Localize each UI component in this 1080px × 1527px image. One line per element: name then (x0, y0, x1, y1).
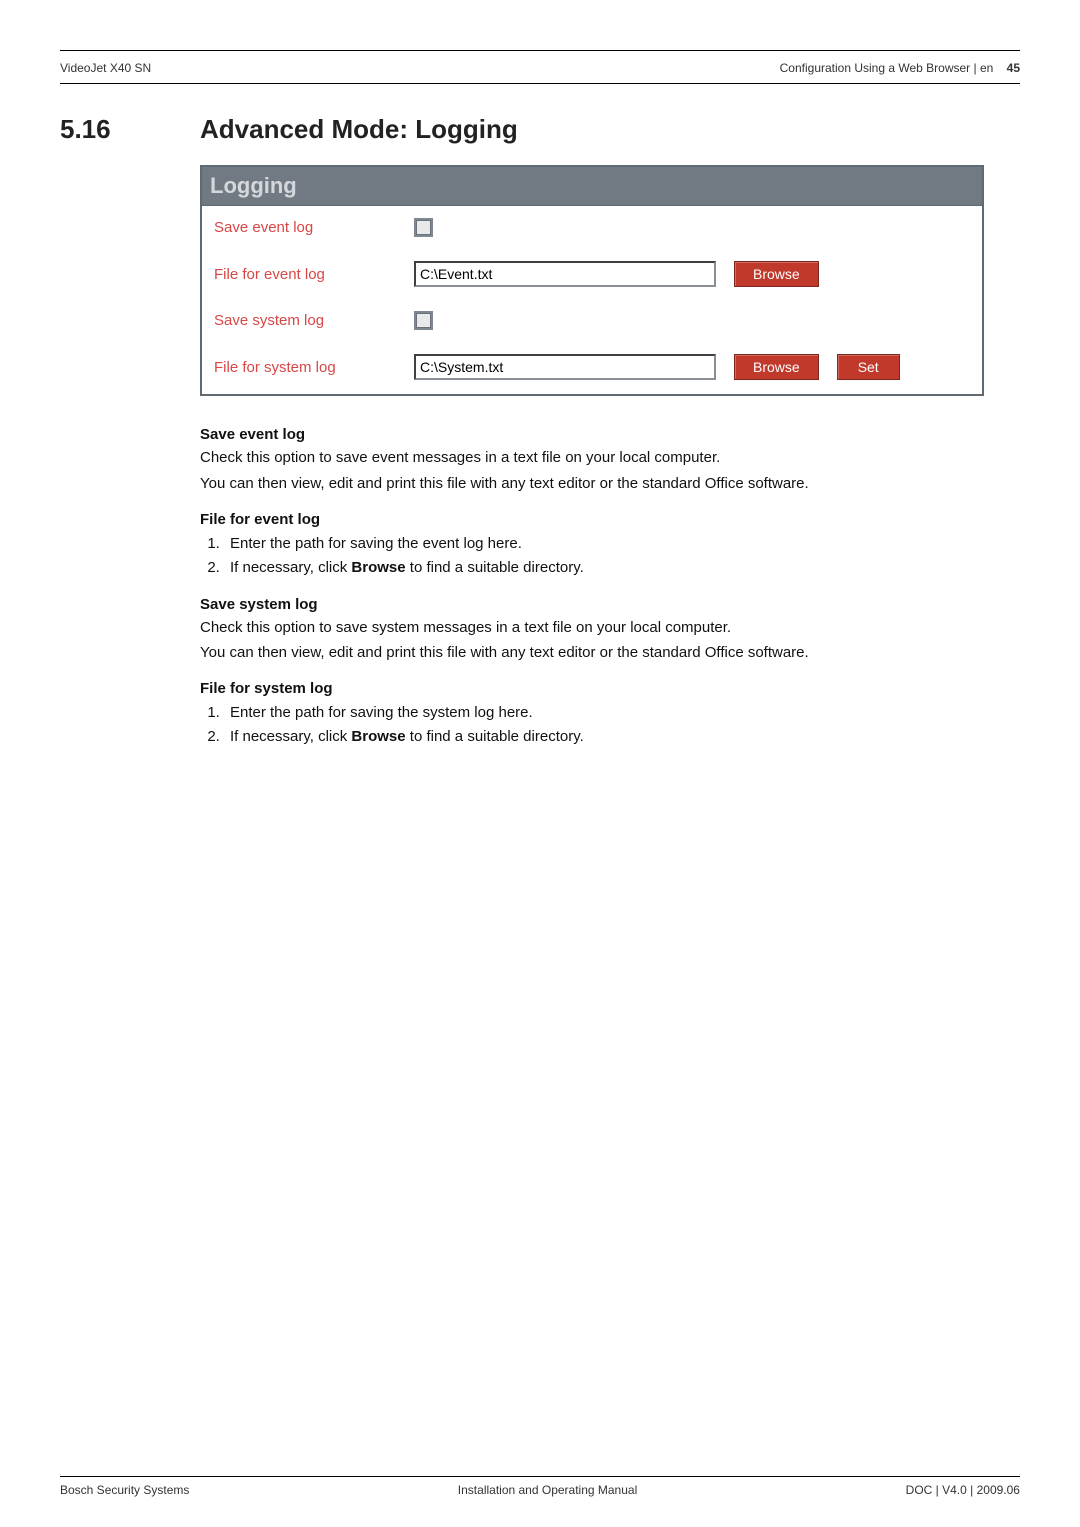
label-file-event-log: File for event log (214, 266, 414, 283)
browse-button-event[interactable]: Browse (734, 261, 819, 287)
input-file-event-log[interactable] (414, 261, 716, 287)
list-item: If necessary, click Browse to find a sui… (224, 556, 1020, 580)
input-file-system-log[interactable] (414, 354, 716, 380)
set-button[interactable]: Set (837, 354, 900, 380)
list-item: If necessary, click Browse to find a sui… (224, 725, 1020, 749)
list-item: Enter the path for saving the event log … (224, 532, 1020, 556)
browse-button-system[interactable]: Browse (734, 354, 819, 380)
label-file-system-log: File for system log (214, 359, 414, 376)
footer-left: Bosch Security Systems (60, 1483, 189, 1497)
label-save-system-log: Save system log (214, 312, 414, 329)
section-title: Advanced Mode: Logging (200, 114, 518, 145)
page-number: 45 (1007, 61, 1020, 75)
footer-right: DOC | V4.0 | 2009.06 (906, 1483, 1020, 1497)
label-save-event-log: Save event log (214, 219, 414, 236)
header-product: VideoJet X40 SN (60, 61, 151, 75)
text-save-system-log-1: Check this option to save system message… (200, 617, 1020, 639)
list-item: Enter the path for saving the system log… (224, 701, 1020, 725)
panel-title: Logging (202, 167, 982, 206)
heading-save-event-log: Save event log (200, 426, 1020, 443)
page-header: VideoJet X40 SN Configuration Using a We… (60, 57, 1020, 79)
heading-save-system-log: Save system log (200, 596, 1020, 613)
heading-file-event-log: File for event log (200, 511, 1020, 528)
heading-file-system-log: File for system log (200, 680, 1020, 697)
header-breadcrumb: Configuration Using a Web Browser | en (780, 61, 994, 75)
page-footer: Bosch Security Systems Installation and … (60, 1476, 1020, 1497)
text-save-event-log-2: You can then view, edit and print this f… (200, 473, 1020, 495)
text-save-system-log-2: You can then view, edit and print this f… (200, 642, 1020, 664)
footer-center: Installation and Operating Manual (458, 1483, 637, 1497)
text-save-event-log-1: Check this option to save event messages… (200, 447, 1020, 469)
checkbox-save-event-log[interactable] (414, 218, 433, 237)
logging-panel: Logging Save event log File for event lo… (200, 165, 984, 396)
checkbox-save-system-log[interactable] (414, 311, 433, 330)
section-number: 5.16 (60, 114, 200, 145)
